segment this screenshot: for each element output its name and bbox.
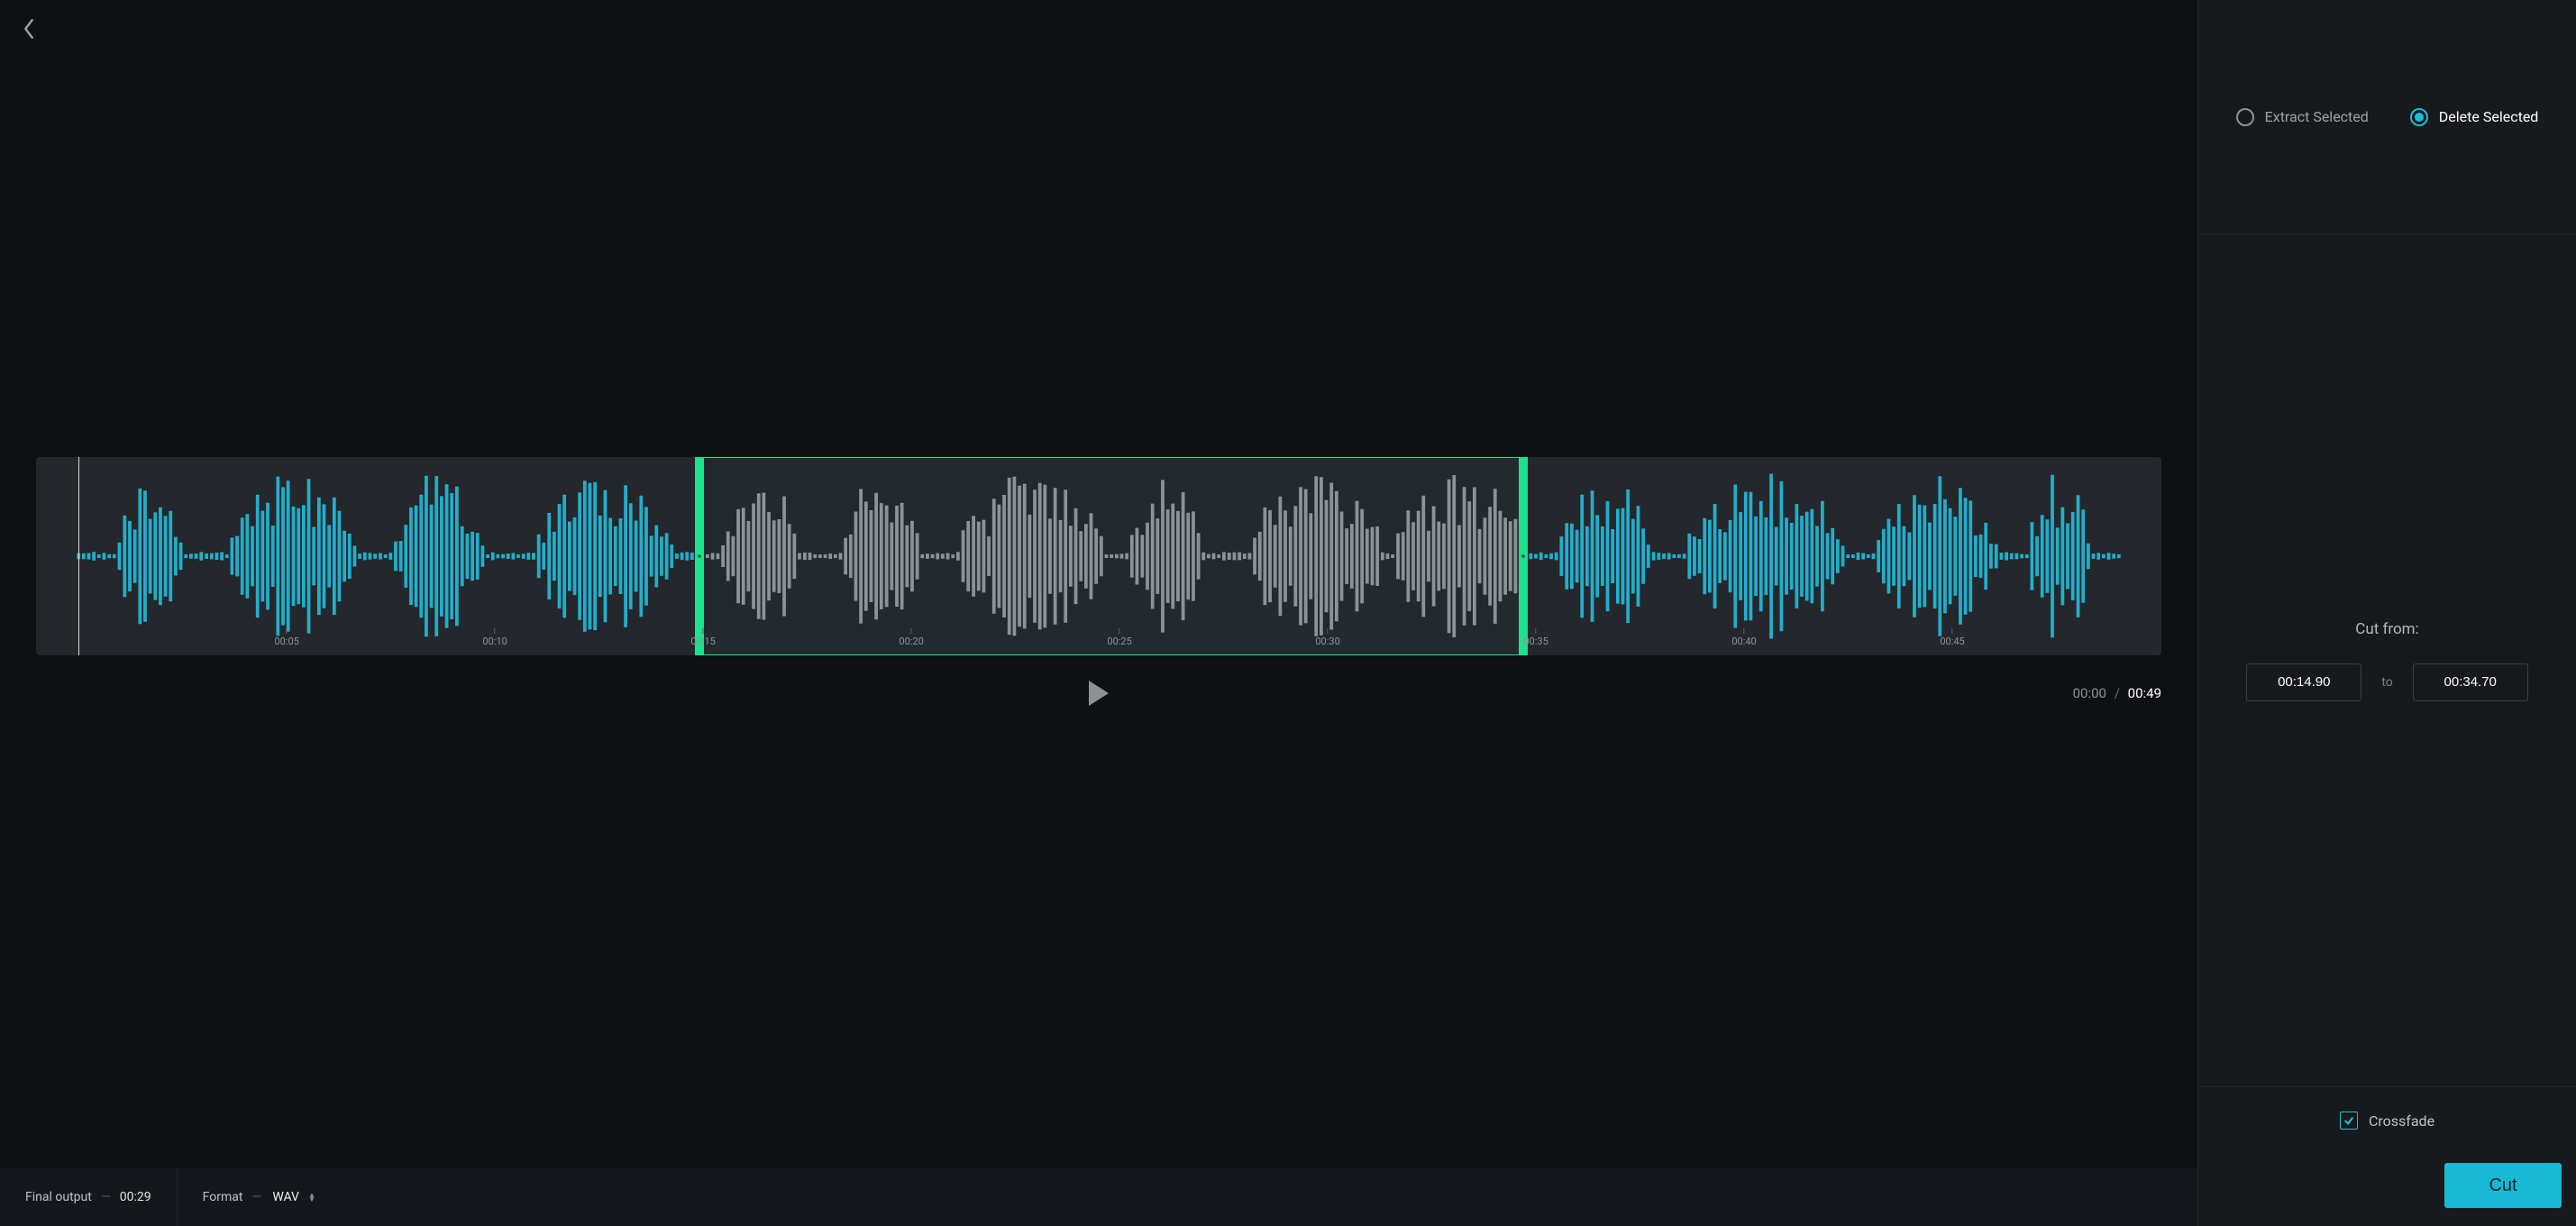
total-time: 00:49 bbox=[2128, 685, 2161, 701]
final-output-label: Final output bbox=[25, 1190, 92, 1204]
radio-icon bbox=[2236, 108, 2254, 126]
crossfade-checkbox[interactable] bbox=[2340, 1112, 2358, 1130]
play-icon bbox=[1087, 680, 1110, 707]
cut-button[interactable]: Cut bbox=[2444, 1163, 2562, 1208]
mode-extract[interactable]: Extract Selected bbox=[2236, 108, 2369, 126]
selection-right-handle[interactable] bbox=[1519, 457, 1528, 655]
bottom-bar: Final output — 00:29 Format — WAV ▲▼ bbox=[0, 1168, 2197, 1226]
mode-extract-label: Extract Selected bbox=[2265, 108, 2369, 125]
check-icon bbox=[2343, 1115, 2354, 1126]
chevron-left-icon bbox=[23, 19, 35, 39]
final-output-value: 00:29 bbox=[120, 1190, 151, 1204]
back-button[interactable] bbox=[16, 16, 41, 41]
main-editor: 00:0500:1000:1500:2000:2500:3000:3500:40… bbox=[0, 0, 2197, 1226]
cut-start-input[interactable] bbox=[2246, 663, 2361, 701]
mode-delete[interactable]: Delete Selected bbox=[2410, 108, 2539, 126]
format-select[interactable]: WAV ▲▼ bbox=[270, 1186, 317, 1208]
format-value: WAV bbox=[272, 1190, 299, 1204]
playhead[interactable] bbox=[78, 457, 79, 655]
format-label: Format bbox=[203, 1190, 243, 1204]
cut-end-input[interactable] bbox=[2413, 663, 2528, 701]
waveform[interactable]: 00:0500:1000:1500:2000:2500:3000:3500:40… bbox=[36, 457, 2161, 655]
stepper-icon: ▲▼ bbox=[308, 1193, 315, 1202]
selection-left-handle[interactable] bbox=[695, 457, 704, 655]
radio-icon bbox=[2410, 108, 2428, 126]
play-button[interactable] bbox=[1081, 675, 1117, 711]
mode-delete-label: Delete Selected bbox=[2439, 108, 2539, 125]
side-panel: Extract Selected Delete Selected Cut fro… bbox=[2197, 0, 2576, 1226]
cut-from-label: Cut from: bbox=[2355, 620, 2418, 638]
crossfade-label: Crossfade bbox=[2369, 1112, 2434, 1130]
current-time: 00:00 bbox=[2073, 685, 2106, 701]
time-display: 00:00 / 00:49 bbox=[2073, 685, 2161, 701]
to-label: to bbox=[2381, 675, 2392, 690]
